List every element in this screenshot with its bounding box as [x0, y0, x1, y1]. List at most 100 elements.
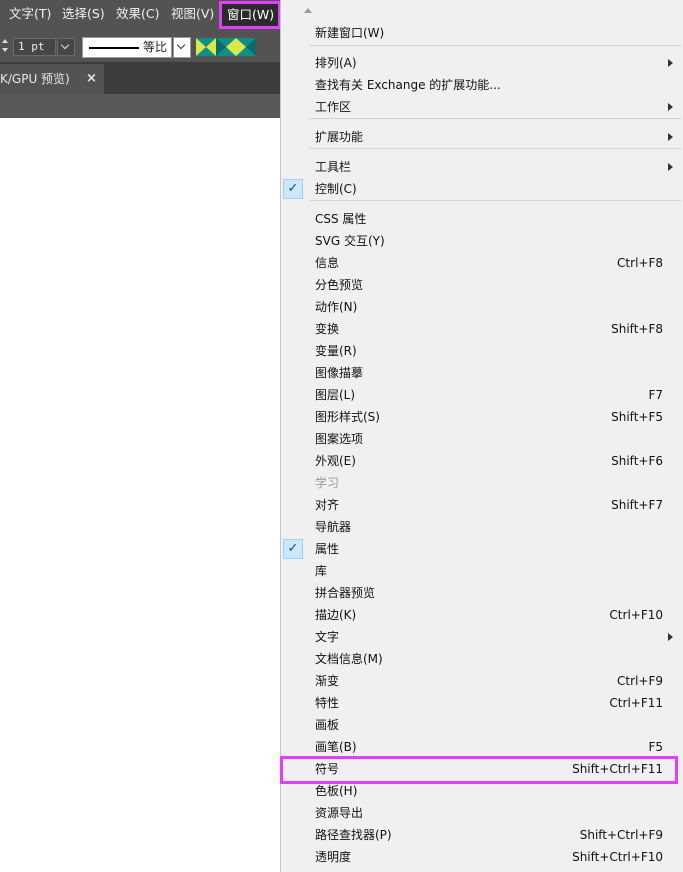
brush-pattern-swatch[interactable] — [196, 38, 256, 56]
menu-item-label: 文字 — [315, 630, 340, 644]
menu-item-label: 文档信息(M) — [315, 652, 383, 666]
menu-item-asset-export[interactable]: 资源导出 — [281, 802, 683, 824]
menu-item-label: 图像描摹 — [315, 366, 364, 380]
menu-item-actions[interactable]: 动作(N) — [281, 296, 683, 318]
menu-item-variables[interactable]: 变量(R) — [281, 340, 683, 362]
menu-separator — [309, 148, 681, 149]
scroll-up-icon[interactable] — [304, 8, 312, 13]
menu-window[interactable]: 窗口(W) — [219, 1, 281, 29]
menu-item-learn: 学习 — [281, 472, 683, 494]
menu-item-label: 图层(L) — [315, 388, 356, 402]
menu-item-svg-interactivity[interactable]: SVG 交互(Y) — [281, 230, 683, 252]
menu-item-navigator[interactable]: 导航器 — [281, 516, 683, 538]
menu-item-pattern-options[interactable]: 图案选项 — [281, 428, 683, 450]
menu-item-label: 路径查找器(P) — [315, 828, 392, 842]
illustrator-window: 文字(T) 选择(S) 效果(C) 视图(V) 窗口(W) 1 pt 等比 K/… — [0, 0, 683, 872]
menu-item-shortcut: Shift+Ctrl+F10 — [572, 850, 663, 864]
menu-item-shortcut: Shift+F8 — [611, 322, 663, 336]
menu-effect[interactable]: 效果(C) — [116, 0, 159, 31]
menu-item-shortcut: Shift+F6 — [611, 454, 663, 468]
menu-item-shortcut: Shift+F5 — [611, 410, 663, 424]
menu-item-label: 扩展功能 — [315, 130, 364, 144]
stroke-profile-label: 等比 — [143, 40, 168, 54]
menu-item-flattener-preview[interactable]: 拼合器预览 — [281, 582, 683, 604]
menu-item-layers[interactable]: 图层(L) F7 — [281, 384, 683, 406]
menu-item-libraries[interactable]: 库 — [281, 560, 683, 582]
menu-item-new-window[interactable]: 新建窗口(W) — [281, 22, 683, 44]
menu-item-label: 导航器 — [315, 520, 352, 534]
document-tab[interactable]: K/GPU 预览) × — [0, 64, 104, 94]
menu-item-label: 外观(E) — [315, 454, 356, 468]
menu-item-separations-preview[interactable]: 分色预览 — [281, 274, 683, 296]
checkmark-icon: ✓ — [283, 539, 303, 559]
menu-item-info[interactable]: 信息 Ctrl+F8 — [281, 252, 683, 274]
menu-item-label: 查找有关 Exchange 的扩展功能... — [315, 78, 501, 92]
menu-item-label: 图形样式(S) — [315, 410, 380, 424]
stroke-weight-stepper[interactable] — [0, 37, 12, 57]
menu-select[interactable]: 选择(S) — [62, 0, 105, 31]
menu-item-shortcut: Shift+Ctrl+F9 — [579, 828, 663, 842]
menu-item-label: 描边(K) — [315, 608, 357, 622]
close-icon[interactable]: × — [86, 64, 97, 94]
stroke-weight-dropdown[interactable] — [57, 38, 75, 56]
menu-item-shortcut: Shift+F7 — [611, 498, 663, 512]
menu-item-css-properties[interactable]: CSS 属性 — [281, 208, 683, 230]
chevron-down-icon — [176, 40, 186, 50]
menu-separator — [309, 200, 681, 201]
chevron-down-icon — [60, 40, 70, 50]
submenu-arrow-icon — [668, 103, 673, 111]
submenu-arrow-icon — [668, 59, 673, 67]
menu-item-label: 变换 — [315, 322, 340, 336]
window-menu-dropdown: 新建窗口(W) 排列(A) 查找有关 Exchange 的扩展功能... 工作区扩展功… — [280, 0, 683, 872]
menu-item-gradient[interactable]: 渐变 Ctrl+F9 — [281, 670, 683, 692]
menu-item-attributes[interactable]: 特性 Ctrl+F11 — [281, 692, 683, 714]
menu-item-stroke[interactable]: 描边(K) Ctrl+F10 — [281, 604, 683, 626]
menu-item-label: 对齐 — [315, 498, 340, 512]
menu-view[interactable]: 视图(V) — [171, 0, 214, 31]
menu-item-extensions[interactable]: 扩展功能 — [281, 126, 683, 148]
submenu-arrow-icon — [668, 633, 673, 641]
menu-item-label: 变量(R) — [315, 344, 357, 358]
menu-item-appearance[interactable]: 外观(E) Shift+F6 — [281, 450, 683, 472]
menu-item-artboards[interactable]: 画板 — [281, 714, 683, 736]
menu-item-shortcut: Ctrl+F11 — [609, 696, 663, 710]
menu-item-label: 透明度 — [315, 850, 352, 864]
menu-separator — [309, 45, 681, 46]
menu-item-transform[interactable]: 变换 Shift+F8 — [281, 318, 683, 340]
highlight-symbol-item — [280, 756, 678, 784]
menu-item-brushes[interactable]: 画笔(B) F5 — [281, 736, 683, 758]
menu-item-find-extensions[interactable]: 查找有关 Exchange 的扩展功能... — [281, 74, 683, 96]
menu-item-graphic-styles[interactable]: 图形样式(S) Shift+F5 — [281, 406, 683, 428]
menu-item-label: 信息 — [315, 256, 340, 270]
menu-item-shortcut: Ctrl+F10 — [609, 608, 663, 622]
menu-item-label: 资源导出 — [315, 806, 364, 820]
menu-item-pathfinder[interactable]: 路径查找器(P) Shift+Ctrl+F9 — [281, 824, 683, 846]
menu-item-label: 属性 — [315, 542, 340, 556]
submenu-arrow-icon — [668, 133, 673, 141]
menu-item-toolbars[interactable]: 工具栏 — [281, 156, 683, 178]
menu-item-document-info[interactable]: 文档信息(M) — [281, 648, 683, 670]
menu-item-image-trace[interactable]: 图像描摹 — [281, 362, 683, 384]
menu-item-shortcut: Ctrl+F8 — [617, 256, 663, 270]
menu-item-workspace[interactable]: 工作区 — [281, 96, 683, 118]
menu-item-shortcut: F5 — [648, 740, 663, 754]
menu-text[interactable]: 文字(T) — [9, 0, 51, 31]
menu-item-label: 学习 — [315, 476, 340, 490]
menu-item-control[interactable]: ✓ 控制(C) — [281, 178, 683, 200]
menu-item-arrange[interactable]: 排列(A) — [281, 52, 683, 74]
menu-item-align[interactable]: 对齐 Shift+F7 — [281, 494, 683, 516]
menu-item-transparency[interactable]: 透明度 Shift+Ctrl+F10 — [281, 846, 683, 868]
menu-item-label: 图案选项 — [315, 432, 364, 446]
menu-item-label: 新建窗口(W) — [315, 26, 385, 40]
stroke-weight-value: 1 pt — [18, 40, 45, 53]
menu-item-label: 库 — [315, 564, 328, 578]
stroke-profile-dropdown[interactable] — [173, 37, 191, 58]
menu-item-label: 分色预览 — [315, 278, 364, 292]
menu-item-type[interactable]: 文字 — [281, 626, 683, 648]
stroke-weight-field[interactable]: 1 pt — [13, 38, 56, 56]
stroke-profile-select[interactable]: 等比 — [82, 37, 172, 58]
menu-item-shortcut: Ctrl+F9 — [617, 674, 663, 688]
menu-item-label: 工作区 — [315, 100, 352, 114]
menu-item-properties[interactable]: ✓ 属性 — [281, 538, 683, 560]
menu-item-label: 排列(A) — [315, 56, 357, 70]
